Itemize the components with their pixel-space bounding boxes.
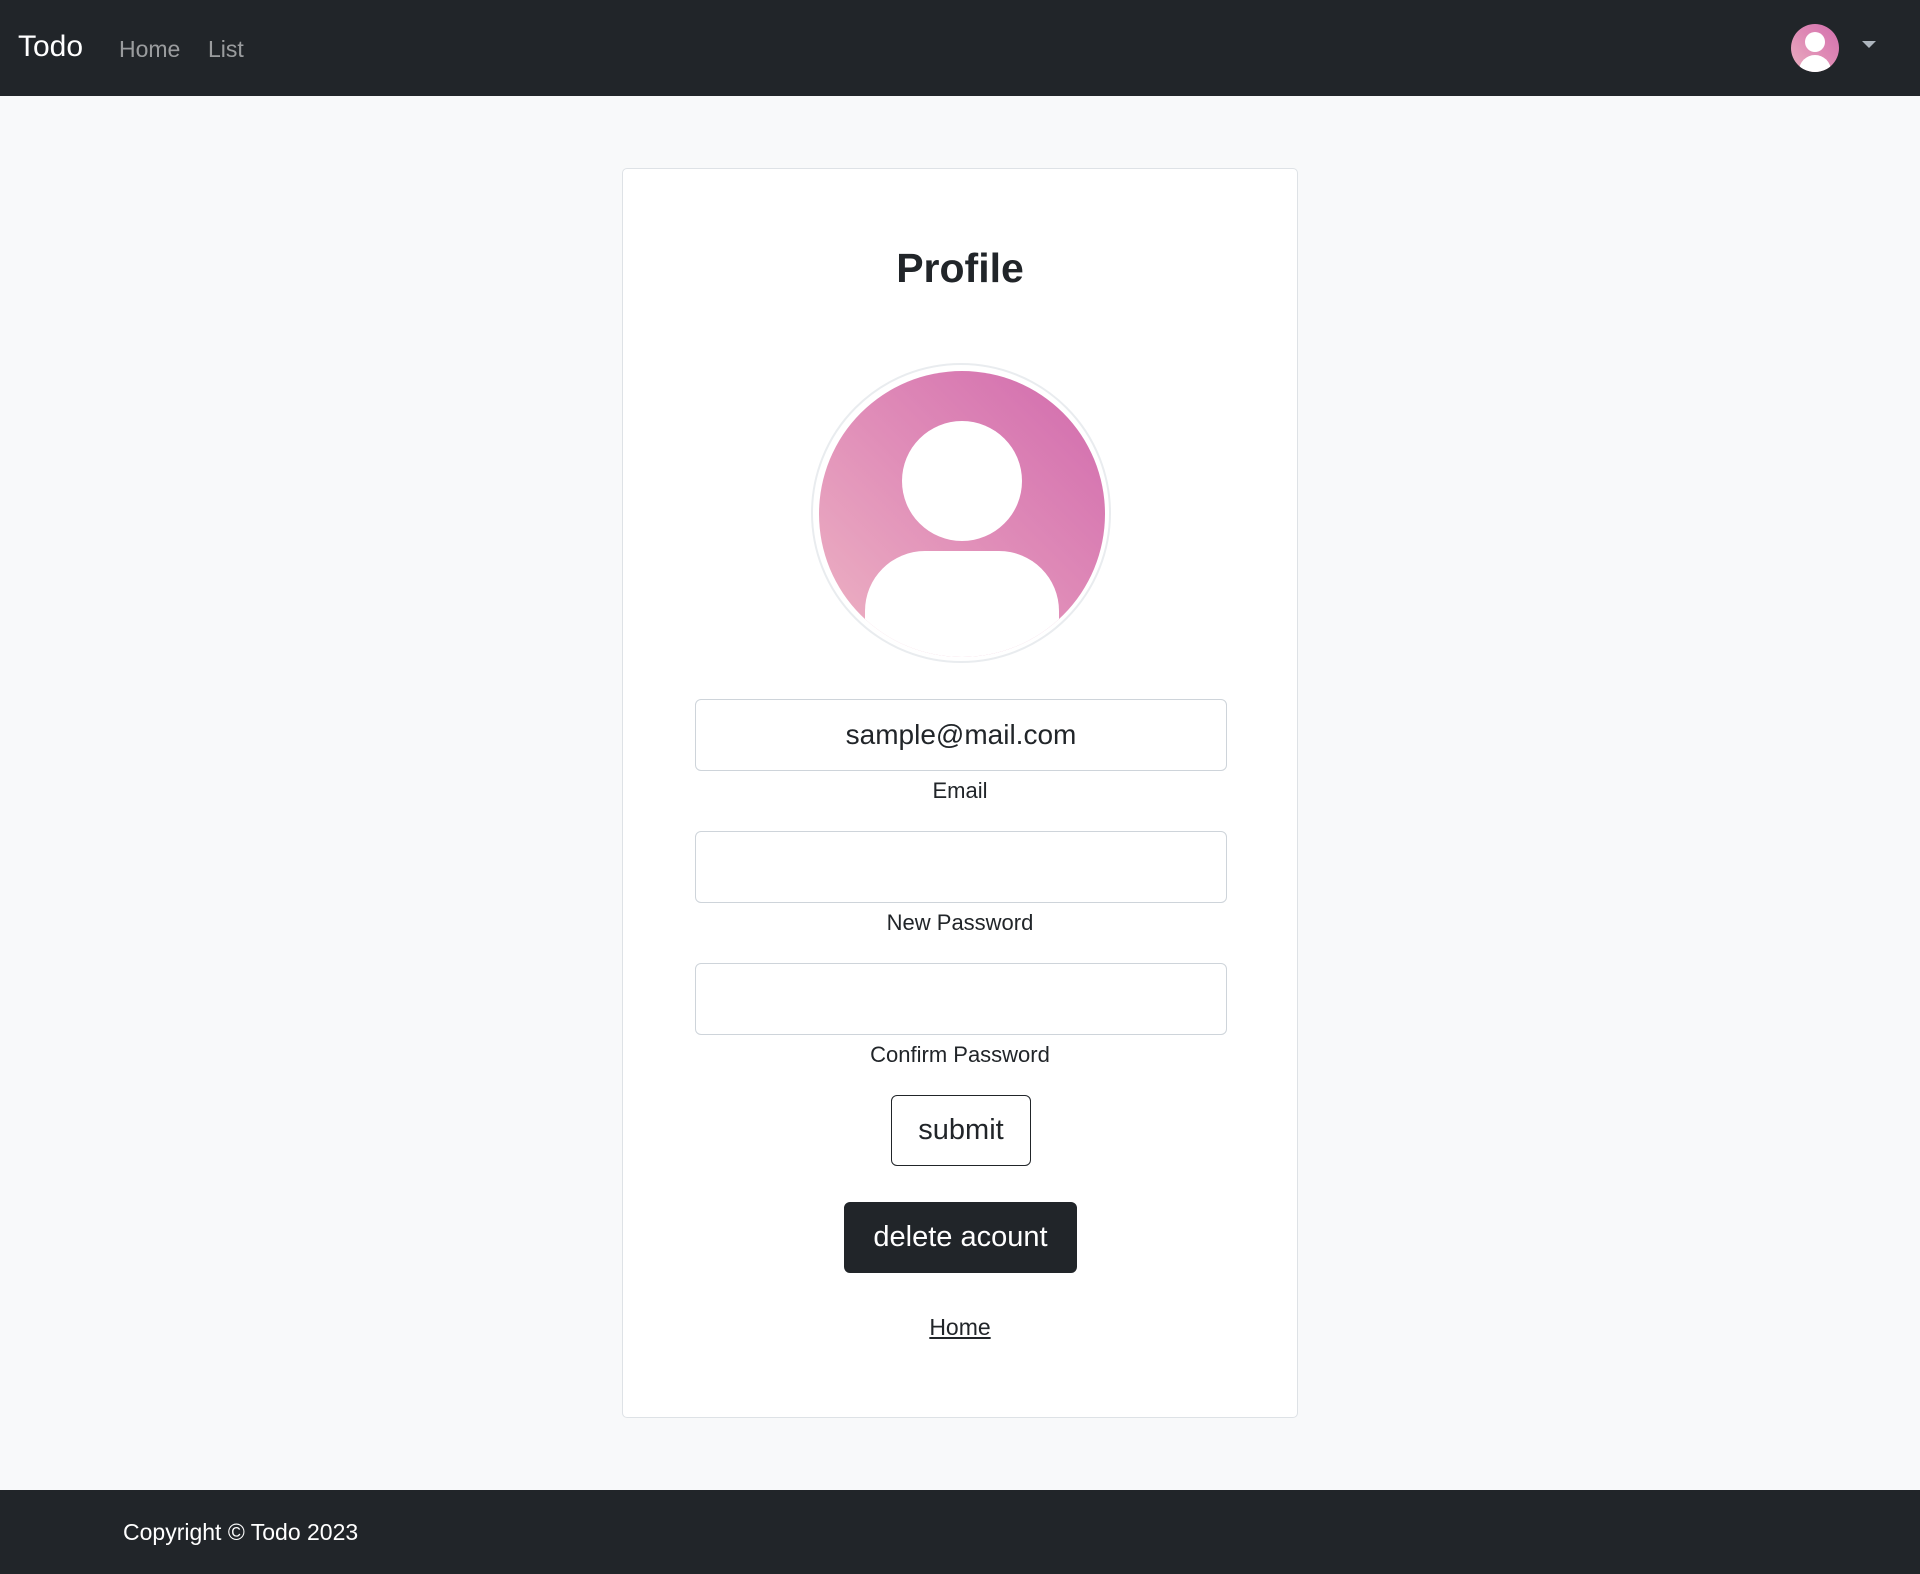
delete-account-button[interactable]: delete acount (844, 1202, 1077, 1273)
confirm-password-field[interactable] (695, 963, 1227, 1035)
email-label: Email (932, 778, 988, 803)
avatar-body-shape (865, 551, 1059, 657)
email-field[interactable] (695, 699, 1227, 771)
profile-card: Profile + Email New Password Confirm Pas… (622, 168, 1298, 1418)
footer: Copyright © Todo 2023 (0, 1490, 1920, 1574)
avatar-head-shape (1805, 32, 1825, 52)
user-avatar-icon[interactable] (1791, 24, 1839, 72)
nav-link-home[interactable]: Home (119, 36, 180, 63)
home-link[interactable]: Home (623, 1314, 1297, 1341)
copyright-text: Copyright © Todo 2023 (123, 1519, 359, 1545)
avatar-body-shape (1799, 55, 1831, 72)
new-password-field[interactable] (695, 831, 1227, 903)
confirm-password-label: Confirm Password (870, 1042, 1050, 1067)
page-title: Profile (896, 245, 1024, 291)
profile-avatar: + (811, 363, 1111, 763)
nav-link-list[interactable]: List (208, 36, 244, 63)
avatar-head-shape (902, 421, 1022, 541)
new-password-label: New Password (886, 910, 1034, 935)
caret-down-icon[interactable] (1862, 41, 1876, 48)
navbar: Todo Home List (0, 0, 1920, 96)
submit-button[interactable]: submit (891, 1095, 1031, 1166)
brand-link[interactable]: Todo (18, 30, 83, 64)
user-silhouette-icon (819, 371, 1105, 657)
